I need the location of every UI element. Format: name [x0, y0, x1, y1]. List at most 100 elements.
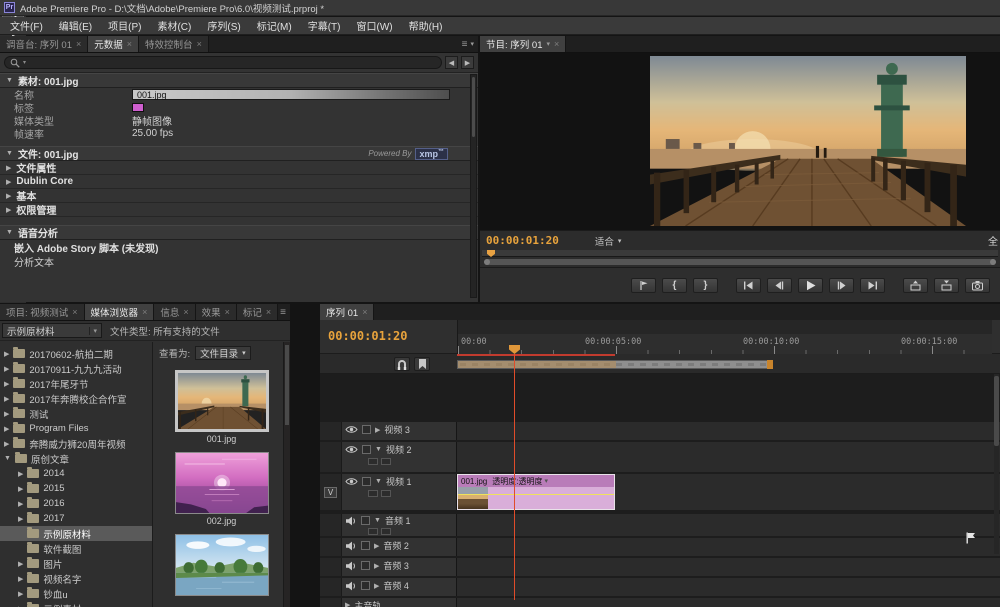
triangle-right-icon[interactable]: ▶	[18, 590, 23, 598]
set-marker-button[interactable]	[414, 357, 430, 371]
step-forward-button[interactable]	[829, 278, 854, 293]
triangle-right-icon[interactable]: ▶	[18, 575, 23, 583]
go-to-in-button[interactable]	[736, 278, 761, 293]
export-frame-button[interactable]	[965, 278, 990, 293]
tab-program-sequence[interactable]: 节目: 序列 01▾×	[480, 36, 566, 52]
tree-item[interactable]: ▶测试	[0, 406, 152, 421]
expand-track-icon[interactable]: ▶	[374, 562, 379, 570]
timeline-vertical-scrollbar[interactable]	[994, 374, 999, 554]
tree-item[interactable]: ▶视频名字	[0, 571, 152, 586]
menu-item[interactable]: 窗口(W)	[348, 18, 400, 33]
thumbnail-item[interactable]: 002.jpg	[153, 452, 290, 526]
tab[interactable]: 元数据×	[88, 36, 139, 52]
timeline-timecode[interactable]: 00:00:01:20	[328, 329, 407, 343]
tree-item[interactable]: ▶2017	[0, 511, 152, 526]
show-keyframes-button[interactable]	[381, 528, 391, 535]
tab[interactable]: 效果×	[196, 304, 237, 320]
search-options-icon[interactable]: ▾	[23, 59, 26, 66]
tree-item[interactable]: ▶钞血u	[0, 586, 152, 601]
expand-track-icon[interactable]: ▶	[345, 601, 350, 607]
speech-section-header[interactable]: ▼语音分析	[0, 225, 478, 240]
marker-flag-icon[interactable]	[965, 532, 976, 544]
toggle-track-output-icon[interactable]	[345, 425, 358, 434]
collapse-track-icon[interactable]: ▼	[374, 517, 381, 524]
tree-item[interactable]: ▶示例素材	[0, 601, 152, 607]
tab[interactable]: 媒体浏览器×	[85, 304, 155, 320]
step-back-button[interactable]	[767, 278, 792, 293]
triangle-right-icon[interactable]: ▶	[18, 485, 23, 493]
fit-dropdown[interactable]: 适合▾	[595, 234, 622, 248]
group-dublin-core[interactable]: ▶Dublin Core	[0, 175, 478, 189]
timeline-ruler[interactable]: 00:0000:00:05:0000:00:10:0000:00:15:00	[457, 320, 992, 354]
triangle-right-icon[interactable]: ▶	[18, 470, 23, 478]
track-display-style-button[interactable]	[368, 528, 378, 535]
work-area-bar[interactable]	[457, 360, 773, 369]
tree-item[interactable]: ▶2017年尾牙节	[0, 376, 152, 391]
program-mini-ruler[interactable]	[482, 250, 998, 257]
track-content[interactable]	[457, 558, 1000, 576]
tab-sequence-01[interactable]: 序列 01×	[320, 304, 374, 320]
browse-folder-dropdown[interactable]: 示例原材料▾	[2, 323, 102, 338]
speaker-icon[interactable]	[345, 541, 357, 551]
tree-item[interactable]: ▶奔腾威力狮20周年视频	[0, 436, 152, 451]
file-section-header[interactable]: ▼文件: 001.jpg Powered By xmp™	[0, 146, 478, 161]
track-lock-toggle[interactable]	[362, 477, 371, 486]
analyze-text-button[interactable]: 分析文本	[0, 254, 478, 268]
collapse-track-icon[interactable]: ▼	[375, 478, 382, 485]
triangle-right-icon[interactable]: ▶	[4, 425, 9, 433]
track-lock-toggle[interactable]	[361, 581, 370, 590]
toggle-track-output-icon[interactable]	[345, 477, 358, 486]
clip-name-field[interactable]: 001.jpg	[132, 89, 450, 100]
tab[interactable]: 信息×	[154, 304, 195, 320]
clip-section-header[interactable]: ▼素材: 001.jpg	[0, 73, 478, 88]
tab[interactable]: 特效控制台×	[139, 36, 209, 52]
menu-item[interactable]: 字幕(T)	[300, 18, 349, 33]
track-content[interactable]	[457, 422, 1000, 440]
close-icon[interactable]: ×	[127, 39, 132, 49]
panel-menu-icon[interactable]: ≡	[462, 39, 468, 50]
toggle-track-output-icon[interactable]	[345, 445, 358, 454]
add-marker-button[interactable]	[631, 278, 656, 293]
clip-effect-menu[interactable]: 透明度:透明度▾	[492, 476, 548, 487]
metadata-search-input[interactable]: ▾	[4, 56, 442, 69]
tree-item[interactable]: ▶Program Files	[0, 421, 152, 436]
triangle-right-icon[interactable]: ▶	[4, 350, 9, 358]
close-icon[interactable]: ×	[72, 307, 77, 317]
close-icon[interactable]: ×	[225, 307, 230, 317]
thumbnail-item[interactable]: 001.jpg	[153, 370, 290, 444]
track-content[interactable]	[457, 598, 1000, 607]
lift-button[interactable]	[903, 278, 928, 293]
group-basic[interactable]: ▶基本	[0, 189, 478, 203]
triangle-right-icon[interactable]: ▶	[4, 365, 9, 373]
tree-item[interactable]: ▶2015	[0, 481, 152, 496]
track-lock-toggle[interactable]	[362, 425, 371, 434]
tree-item[interactable]: ▶2014	[0, 466, 152, 481]
close-icon[interactable]: ×	[183, 307, 188, 317]
timeline-clip-001[interactable]: 001.jpg 透明度:透明度▾	[457, 474, 615, 510]
track-v1-content[interactable]: 001.jpg 透明度:透明度▾	[457, 474, 1000, 510]
mark-in-button[interactable]: {	[662, 278, 687, 293]
triangle-right-icon[interactable]: ▶	[4, 440, 9, 448]
tree-item[interactable]: ▶示例原材料	[0, 526, 152, 541]
show-keyframes-button[interactable]	[381, 490, 391, 497]
track-lock-toggle[interactable]	[361, 561, 370, 570]
project-scrollbar[interactable]	[283, 342, 290, 607]
menu-item[interactable]: 素材(C)	[149, 18, 199, 33]
group-file-properties[interactable]: ▶文件属性	[0, 161, 478, 175]
snap-toggle[interactable]	[394, 357, 410, 371]
tree-item[interactable]: ▶20170602-航拍二期	[0, 346, 152, 361]
viewer-zoom-bar[interactable]	[484, 259, 996, 265]
triangle-right-icon[interactable]: ▶	[18, 560, 23, 568]
tab[interactable]: 标记×	[237, 304, 278, 320]
tree-item[interactable]: ▶软件截图	[0, 541, 152, 556]
expand-track-icon[interactable]: ▶	[374, 542, 379, 550]
close-icon[interactable]: ×	[142, 307, 147, 317]
track-lock-toggle[interactable]	[362, 445, 371, 454]
triangle-down-icon[interactable]: ▼	[4, 455, 11, 462]
chevron-down-icon[interactable]: ▾	[470, 40, 474, 48]
collapse-track-icon[interactable]: ▼	[375, 446, 382, 453]
tree-item[interactable]: ▶图片	[0, 556, 152, 571]
menu-item[interactable]: 标记(M)	[249, 18, 300, 33]
tab[interactable]: 项目: 视频测试×	[0, 304, 85, 320]
menu-item[interactable]: 文件(F)	[2, 18, 51, 33]
